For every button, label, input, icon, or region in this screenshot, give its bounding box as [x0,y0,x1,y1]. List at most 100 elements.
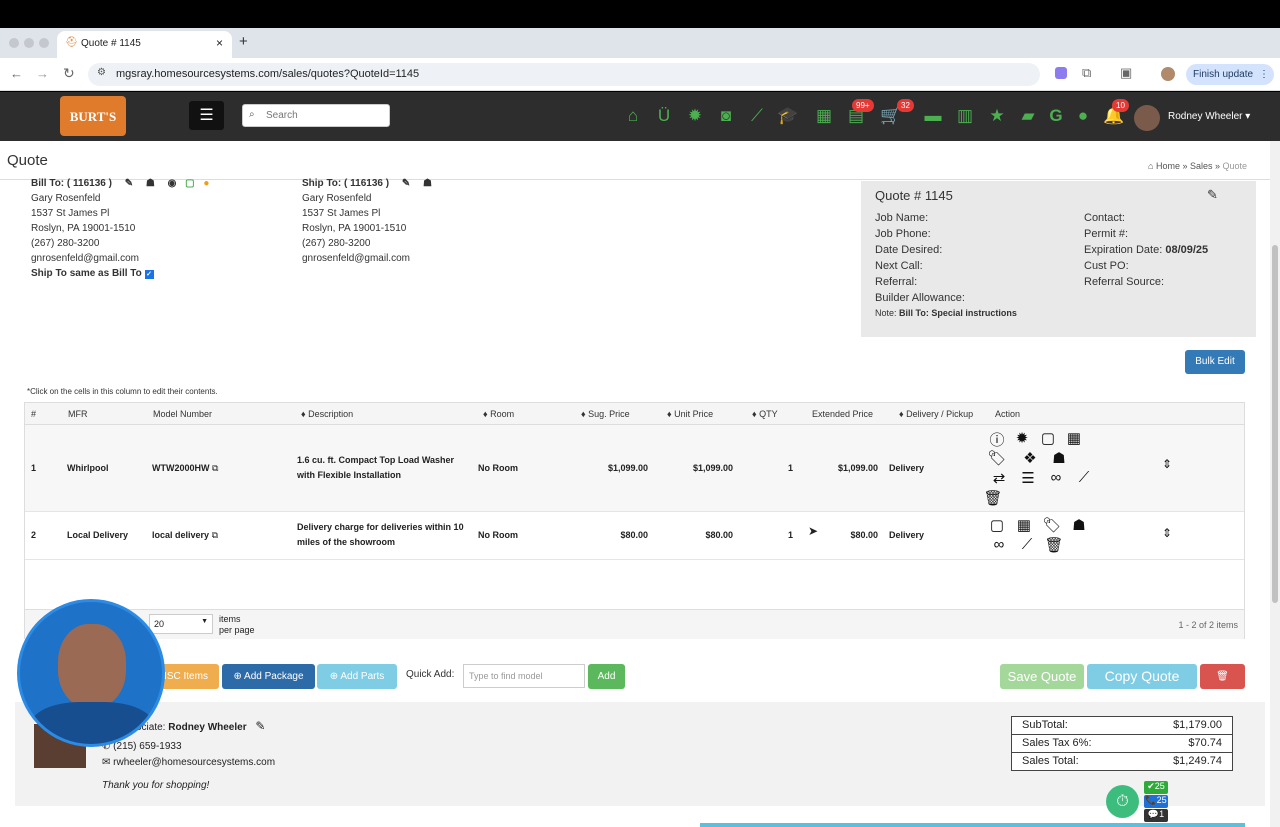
puzzle-icon[interactable]: ⧉ [1082,65,1091,81]
col-extended-price[interactable]: Extended Price [812,409,873,419]
sidepanel-icon[interactable]: ▣ [1120,65,1132,81]
permit-label[interactable]: Permit #: [1084,228,1128,240]
bulk-edit-button[interactable]: Bulk Edit [1185,350,1245,374]
breadcrumb-home[interactable]: Home [1156,161,1180,171]
link-icon[interactable]: ∞ [989,536,1009,553]
dashboard-icon[interactable]: ◙ [715,105,737,127]
folder-icon[interactable]: ▰ [1017,105,1039,127]
blue-count-badge[interactable]: 📞25 [1144,795,1168,808]
row-delivery[interactable]: Delivery [889,528,924,543]
window-minimize-dot[interactable] [24,38,34,48]
window-zoom-dot[interactable] [39,38,49,48]
chart-line-icon[interactable]: ⟋ [1017,536,1037,553]
calculator-icon[interactable]: ▦ [1014,516,1034,534]
note-icon[interactable]: ▢ [987,516,1007,534]
back-icon[interactable]: ← [10,66,23,81]
person-icon[interactable]: ☗ [146,178,155,189]
profile-avatar[interactable] [1161,67,1175,81]
referral-source-label[interactable]: Referral Source: [1084,276,1164,288]
scrollbar-thumb[interactable] [1272,245,1278,603]
new-tab-button[interactable]: + [239,33,248,50]
row-delivery[interactable]: Delivery [889,461,924,476]
col-number[interactable]: # [31,409,36,419]
page-size-select[interactable]: 20 ▼ [149,614,213,634]
ship-same-row[interactable]: Ship To same as Bill To ✓ [31,266,209,281]
note-icon[interactable]: ▢ [185,178,194,189]
col-unit-price[interactable]: ♦ Unit Price [667,409,713,419]
col-room[interactable]: ♦ Room [483,409,514,419]
gear-icon[interactable]: ✹ [684,105,706,127]
col-description[interactable]: ♦ Description [301,409,353,419]
referral-label[interactable]: Referral: [875,276,917,288]
reload-icon[interactable]: ↻ [63,65,75,82]
row-description[interactable]: 1.6 cu. ft. Compact Top Load Washer with… [297,453,467,483]
breadcrumb-sales[interactable]: Sales [1190,161,1213,171]
row-room[interactable]: No Room [478,528,518,543]
browser-tab[interactable]: ⛑ Quote # 1145 × [57,31,232,58]
calculator-icon[interactable]: ▦ [1064,429,1084,447]
finish-update-button[interactable]: Finish update ⋮ [1186,64,1274,85]
quick-add-input[interactable]: Type to find model [463,664,585,688]
col-model[interactable]: Model Number [153,409,212,419]
row-description[interactable]: Delivery charge for deliveries within 10… [297,520,469,550]
search-input[interactable]: ⌕ Search [242,104,390,127]
col-mfr[interactable]: MFR [68,409,88,419]
window-close-dot[interactable] [9,38,19,48]
associate-email[interactable]: rwheeler@homesourcesystems.com [113,757,275,768]
reorder-handle-icon[interactable]: ⇕ [1157,526,1177,540]
add-parts-button[interactable]: ⊕ Add Parts [317,664,397,689]
graduation-icon[interactable]: 🎓 [777,105,799,127]
cust-po-label[interactable]: Cust PO: [1084,260,1129,272]
chat-icon[interactable]: ● [1072,105,1094,127]
extension-icon[interactable] [1055,67,1067,79]
row-unit-price[interactable]: $1,099.00 [650,461,733,476]
edit-icon[interactable]: ✎ [402,178,410,189]
user-icon[interactable]: ☗ [1049,449,1069,467]
status-dot-icon[interactable]: ● [203,178,209,189]
job-name-label[interactable]: Job Name: [875,212,928,224]
user-icon[interactable]: ☗ [1069,516,1089,534]
google-icon[interactable]: G [1045,105,1067,127]
copy-icon[interactable]: ⧉ [212,463,218,473]
delete-quote-icon[interactable]: 🗑 [1200,664,1245,689]
address-bar[interactable]: ⚙ mgsray.homesourcesystems.com/sales/quo… [88,63,1040,86]
job-phone-label[interactable]: Job Phone: [875,228,931,240]
calculator-icon[interactable]: ▦ [813,105,835,127]
edit-quote-icon[interactable]: ✎ [1207,187,1218,203]
row-qty[interactable]: 1 [735,528,793,543]
expiration-row[interactable]: Expiration Date: 08/09/25 [1084,244,1208,256]
date-desired-label[interactable]: Date Desired: [875,244,942,256]
tab-close-icon[interactable]: × [216,36,223,50]
menu-toggle-icon[interactable]: ☰ [189,101,224,130]
edit-icon[interactable]: ✎ [125,178,133,189]
chart-line-icon[interactable]: ⟋ [1074,469,1094,486]
copy-icon[interactable]: ⧉ [212,530,218,540]
star-icon[interactable]: ★ [986,105,1008,127]
copy-quote-button[interactable]: Copy Quote [1087,664,1197,689]
person-icon[interactable]: ☗ [423,178,432,189]
green-count-badge[interactable]: ✔25 [1144,781,1168,794]
save-quote-button[interactable]: Save Quote [1000,664,1084,689]
forward-icon[interactable]: → [36,66,49,81]
reorder-handle-icon[interactable]: ⇕ [1157,457,1177,471]
dark-count-badge[interactable]: 💬1 [1144,809,1168,822]
col-delivery[interactable]: ♦ Delivery / Pickup [899,409,973,419]
briefcase-icon[interactable]: ▬ [922,105,944,127]
map-icon[interactable]: ▥ [954,105,976,127]
note-icon[interactable]: ▢ [1038,429,1058,447]
builder-allowance-label[interactable]: Builder Allowance: [875,292,965,304]
info-icon[interactable]: ⓘ [987,429,1007,450]
tags-icon[interactable]: 🏷 [987,449,1007,467]
row-room[interactable]: No Room [478,461,518,476]
bottom-button-strip[interactable] [700,823,1245,827]
eye-icon[interactable]: ◉ [168,178,177,189]
trash-icon[interactable]: 🗑 [983,489,1003,507]
add-package-button[interactable]: ⊕ Add Package [222,664,315,689]
list-icon[interactable]: ☰ [1018,469,1038,487]
chart-icon[interactable]: ⟋ [746,105,768,127]
next-call-label[interactable]: Next Call: [875,260,923,272]
link-icon[interactable]: ∞ [1046,469,1066,486]
site-info-icon[interactable]: ⚙ [97,67,106,78]
user-menu[interactable]: Rodney Wheeler ▾ [1168,111,1250,122]
contact-label[interactable]: Contact: [1084,212,1125,224]
